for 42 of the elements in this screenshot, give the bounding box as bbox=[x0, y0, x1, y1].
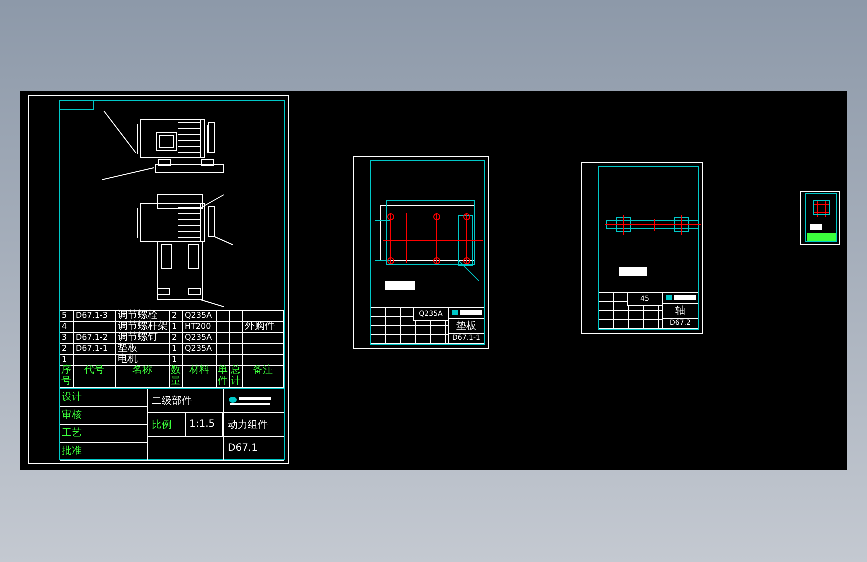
notes-drawing bbox=[619, 267, 647, 276]
company-logo-drawing bbox=[228, 394, 272, 406]
bom-cell: 1 bbox=[170, 344, 183, 355]
bom-cell: 1 bbox=[60, 355, 74, 366]
bom-cell: 1 bbox=[170, 322, 183, 333]
bom-header-cell: 材料 bbox=[183, 366, 217, 388]
bom-header-cell: 总计 bbox=[230, 366, 243, 388]
scale-label: 比例 bbox=[148, 413, 186, 436]
bom-cell: Q235A bbox=[183, 333, 217, 344]
bom-cell: 2 bbox=[60, 344, 74, 355]
signoff-label: 审核 bbox=[60, 407, 147, 425]
bom-header-cell: 数量 bbox=[170, 366, 183, 388]
bom-header-cell: 名称 bbox=[116, 366, 170, 388]
bom-cell: 5 bbox=[60, 311, 74, 322]
bom-header-cell: 代号 bbox=[74, 366, 116, 388]
bom-cell: D67.1-2 bbox=[74, 333, 116, 344]
sheet-thumbnail-drawing bbox=[800, 191, 840, 245]
assembly-level: 二级部件 bbox=[148, 389, 223, 413]
scale-value: 1:1.5 bbox=[186, 413, 223, 436]
drawing-title: 动力组件 bbox=[224, 413, 284, 437]
bom-cell: Q235A bbox=[183, 344, 217, 355]
signoff-label: 工艺 bbox=[60, 425, 147, 443]
company-logo-drawing bbox=[666, 294, 696, 302]
bom-cell: D67.1-3 bbox=[74, 311, 116, 322]
notes-drawing bbox=[385, 281, 415, 290]
bom-cell: 2 bbox=[170, 333, 183, 344]
bom-header-cell: 序号 bbox=[60, 366, 74, 388]
bom-header-cell: 单件 bbox=[217, 366, 230, 388]
company-logo-drawing bbox=[452, 309, 482, 316]
signoff-label: 设计 bbox=[60, 389, 147, 407]
drawing-title: 垫板 bbox=[449, 318, 484, 334]
bom-cell: Q235A bbox=[183, 311, 217, 322]
signoff-label: 批准 bbox=[60, 443, 147, 461]
drawing-title: 轴 bbox=[663, 304, 698, 318]
bom-cell: 1 bbox=[170, 355, 183, 366]
bom-cell: 3 bbox=[60, 333, 74, 344]
bom-cell: HT200 bbox=[183, 322, 217, 333]
bom-cell: 2 bbox=[170, 311, 183, 322]
bom-header-cell: 备注 bbox=[243, 366, 284, 388]
drawing-code: D67.1 bbox=[224, 437, 284, 461]
bom-cell: D67.1-1 bbox=[74, 344, 116, 355]
bom-cell: 4 bbox=[60, 322, 74, 333]
